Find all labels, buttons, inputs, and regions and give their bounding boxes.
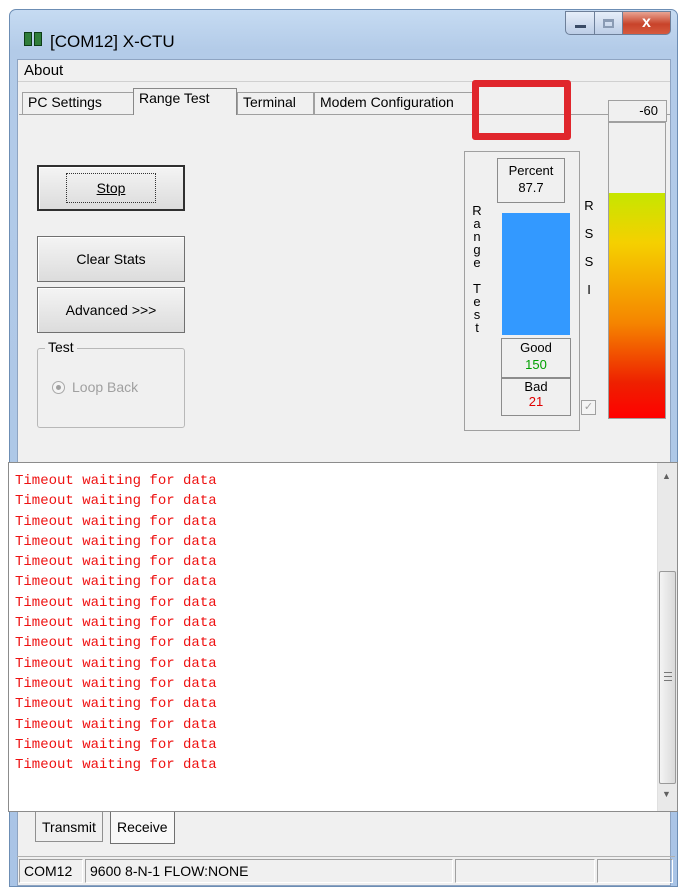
close-button[interactable]: x	[623, 11, 671, 35]
advanced-button[interactable]: Advanced >>>	[37, 287, 185, 333]
log-line: Timeout waiting for data	[15, 635, 217, 652]
good-count: Good 150	[501, 338, 571, 378]
menu-about[interactable]: About	[24, 62, 63, 79]
percent-bar	[502, 213, 570, 335]
log-line: Timeout waiting for data	[15, 493, 217, 510]
bad-label: Bad	[524, 379, 548, 394]
percent-highlight-box	[472, 80, 571, 140]
loop-back-label: Loop Back	[72, 379, 139, 395]
log-line: Timeout waiting for data	[15, 554, 217, 571]
stop-label: Stop	[65, 173, 157, 203]
status-port: COM12	[19, 859, 83, 883]
grip-icon	[664, 672, 672, 681]
tab-pc-settings[interactable]: PC Settings	[22, 92, 134, 114]
tab-range-test[interactable]: Range Test	[133, 88, 237, 115]
log-line: Timeout waiting for data	[15, 716, 217, 733]
caption-buttons: x	[565, 11, 671, 35]
log-line: Timeout waiting for data	[15, 757, 217, 774]
log-line: Timeout waiting for data	[15, 533, 217, 550]
log-scrollbar[interactable]: ▲ ▼	[657, 463, 677, 811]
window-title: [COM12] X-CTU	[50, 32, 175, 51]
status-cell-empty-2	[597, 859, 673, 883]
app-icon	[24, 32, 42, 46]
log-line: Timeout waiting for data	[15, 615, 217, 632]
title-bar[interactable]: [COM12] X-CTU x	[10, 10, 677, 58]
maximize-button[interactable]	[595, 11, 623, 35]
scroll-thumb[interactable]	[659, 571, 676, 784]
tab-modem-configuration[interactable]: Modem Configuration	[314, 92, 477, 114]
maximize-icon	[603, 18, 614, 28]
log-line: Timeout waiting for data	[15, 655, 217, 672]
log-line: Timeout waiting for data	[15, 574, 217, 591]
rssi-checkbox[interactable]: ✓	[581, 400, 596, 415]
good-value: 150	[525, 357, 547, 372]
close-icon: x	[642, 14, 651, 31]
percent-value: 87.7	[518, 180, 544, 195]
percent-display: Percent 87.7	[497, 158, 565, 203]
stop-button[interactable]: Stop	[37, 165, 185, 211]
tab-strip: PC Settings Range Test Terminal Modem Co…	[18, 88, 670, 115]
bad-count: Bad 21	[501, 378, 571, 416]
test-group-label: Test	[45, 339, 77, 355]
status-bar: COM12 9600 8-N-1 FLOW:NONE	[17, 856, 675, 884]
loop-back-option[interactable]: Loop Back	[52, 379, 138, 395]
rssi-gauge	[608, 122, 666, 419]
minimize-button[interactable]	[565, 11, 595, 35]
log-line: Timeout waiting for data	[15, 736, 217, 753]
scroll-up-icon[interactable]: ▲	[662, 471, 671, 481]
status-cell-empty	[455, 859, 595, 883]
tab-terminal[interactable]: Terminal	[237, 92, 314, 114]
log-lines: Timeout waiting for data Timeout waiting…	[15, 471, 217, 775]
scroll-down-icon[interactable]: ▼	[662, 789, 671, 799]
loop-back-radio[interactable]	[52, 380, 65, 394]
rssi-value: -60	[608, 100, 667, 122]
range-test-panel: Stop Clear Stats Advanced >>> Test Loop …	[19, 114, 670, 469]
log-line: Timeout waiting for data	[15, 473, 217, 489]
log-line: Timeout waiting for data	[15, 594, 217, 611]
rssi-vertical-label: R S S I	[584, 198, 594, 297]
log-line: Timeout waiting for data	[15, 675, 217, 692]
percent-label: Percent	[508, 163, 554, 178]
receive-log[interactable]: Timeout waiting for data Timeout waiting…	[8, 462, 678, 812]
clear-stats-button[interactable]: Clear Stats	[37, 236, 185, 282]
log-line: Timeout waiting for data	[15, 696, 217, 713]
range-test-meter: R a n g e T e s t Percent 87.7 Good 150 …	[464, 151, 596, 431]
good-label: Good	[520, 340, 552, 355]
menu-bar: About	[18, 60, 670, 82]
bad-value: 21	[528, 394, 544, 409]
log-line: Timeout waiting for data	[15, 513, 217, 530]
test-groupbox: Test Loop Back	[37, 339, 185, 428]
range-test-vertical-label: R a n g e T e s t	[472, 203, 482, 335]
status-settings: 9600 8-N-1 FLOW:NONE	[85, 859, 453, 883]
minimize-icon	[574, 24, 586, 28]
tab-transmit[interactable]: Transmit	[35, 812, 103, 842]
tab-receive[interactable]: Receive	[110, 812, 175, 844]
